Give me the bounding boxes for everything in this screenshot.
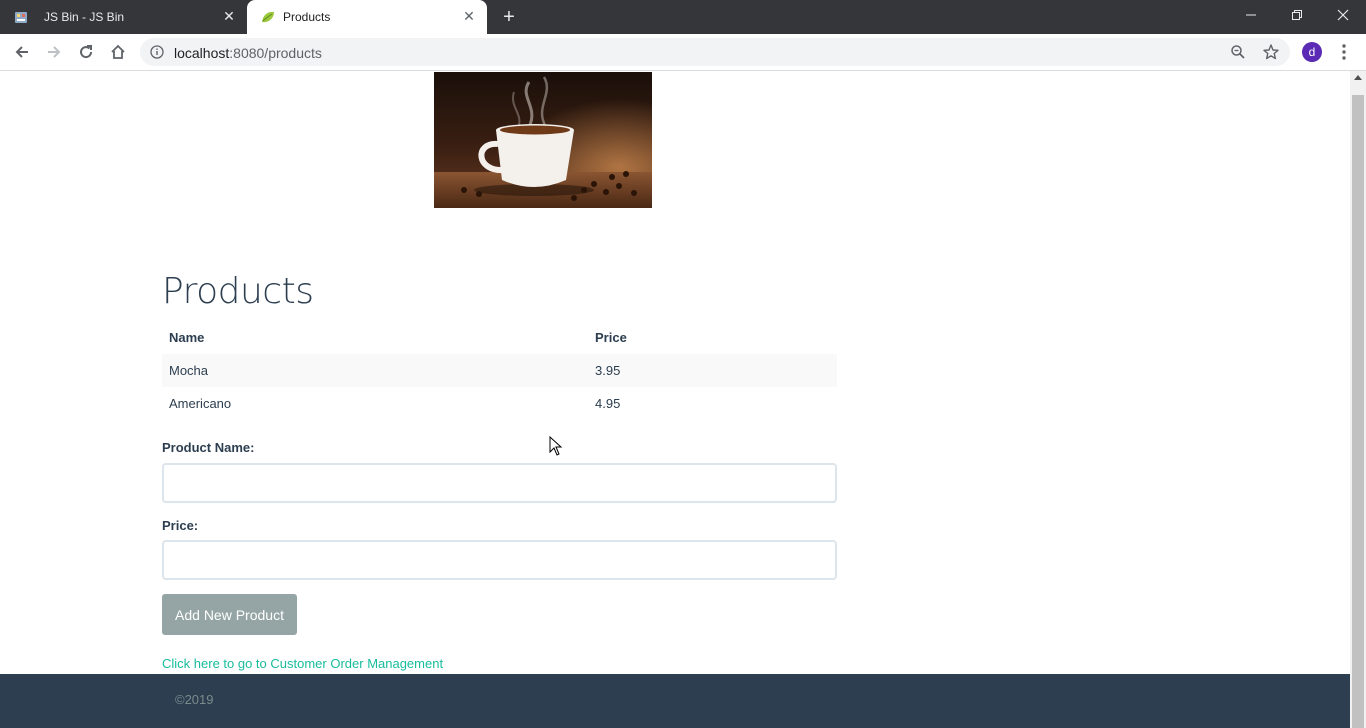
menu-dots-icon[interactable] bbox=[1336, 42, 1352, 62]
add-new-product-button[interactable]: Add New Product bbox=[162, 594, 297, 635]
product-name-label: Product Name: bbox=[162, 440, 255, 455]
tab-strip: JS Bin - JS Bin ✕ Products ✕ + bbox=[0, 0, 1366, 34]
close-icon[interactable]: ✕ bbox=[461, 8, 477, 24]
table-header-row: Name Price bbox=[162, 321, 837, 354]
window-close-button[interactable] bbox=[1320, 0, 1366, 30]
close-icon bbox=[1337, 9, 1349, 21]
footer: ©2019 bbox=[0, 674, 1350, 728]
forward-button[interactable] bbox=[42, 40, 66, 64]
mouse-cursor-icon bbox=[549, 436, 563, 456]
plus-icon[interactable]: + bbox=[499, 7, 519, 27]
zoom-icon[interactable] bbox=[1230, 44, 1246, 60]
product-price-cell: 4.95 bbox=[595, 396, 621, 411]
product-price-cell: 3.95 bbox=[588, 354, 837, 387]
vertical-scrollbar[interactable] bbox=[1350, 71, 1366, 728]
browser-toolbar: localhost:8080/products d bbox=[0, 34, 1366, 71]
product-name-cell: Mocha bbox=[162, 354, 588, 387]
page-title: Products bbox=[162, 271, 314, 312]
jsbin-icon bbox=[15, 12, 27, 23]
restore-button[interactable] bbox=[1274, 0, 1320, 30]
scroll-up-icon[interactable] bbox=[1354, 75, 1362, 80]
minimize-icon bbox=[1246, 14, 1256, 16]
back-button[interactable] bbox=[10, 40, 34, 64]
forward-arrow-icon bbox=[48, 46, 61, 58]
coffee-cup-image bbox=[434, 72, 652, 208]
reload-button[interactable] bbox=[74, 40, 98, 64]
back-arrow-icon bbox=[15, 46, 28, 58]
customer-order-management-link[interactable]: Click here to go to Customer Order Manag… bbox=[162, 656, 443, 671]
products-table: Name Price Mocha 3.95 Americano 4.95 bbox=[162, 321, 837, 420]
column-header-name: Name bbox=[169, 330, 205, 345]
address-bar[interactable]: localhost:8080/products bbox=[140, 38, 1290, 66]
home-icon bbox=[111, 44, 125, 59]
minimize-button[interactable] bbox=[1228, 0, 1274, 30]
tab-jsbin[interactable]: JS Bin - JS Bin ✕ bbox=[0, 0, 247, 34]
table-row: Americano 4.95 bbox=[162, 387, 837, 420]
copyright-text: ©2019 bbox=[175, 692, 214, 707]
product-name-input[interactable] bbox=[162, 463, 837, 503]
url-path: :8080/products bbox=[229, 45, 322, 61]
close-icon[interactable]: ✕ bbox=[221, 8, 237, 24]
url-host: localhost bbox=[174, 45, 230, 61]
tab-products[interactable]: Products ✕ bbox=[247, 0, 487, 34]
price-label: Price: bbox=[162, 518, 199, 533]
avatar[interactable]: d bbox=[1302, 42, 1322, 62]
price-input[interactable] bbox=[162, 540, 837, 580]
table-row: Mocha 3.95 bbox=[162, 354, 837, 387]
spring-leaf-icon bbox=[262, 11, 274, 23]
tab-title: Products bbox=[283, 10, 331, 24]
product-name-cell: Americano bbox=[169, 396, 232, 411]
restore-icon bbox=[1292, 10, 1302, 20]
scrollbar-thumb[interactable] bbox=[1352, 95, 1364, 728]
info-icon[interactable] bbox=[150, 45, 164, 59]
tab-title: JS Bin - JS Bin bbox=[44, 10, 125, 24]
column-header-price: Price bbox=[595, 330, 627, 345]
reload-icon bbox=[80, 45, 93, 59]
star-icon[interactable] bbox=[1262, 43, 1280, 61]
home-button[interactable] bbox=[106, 40, 130, 64]
url-text[interactable]: localhost:8080/products bbox=[174, 45, 322, 61]
page-viewport: Products Name Price Mocha 3.95 Americano… bbox=[0, 71, 1350, 728]
